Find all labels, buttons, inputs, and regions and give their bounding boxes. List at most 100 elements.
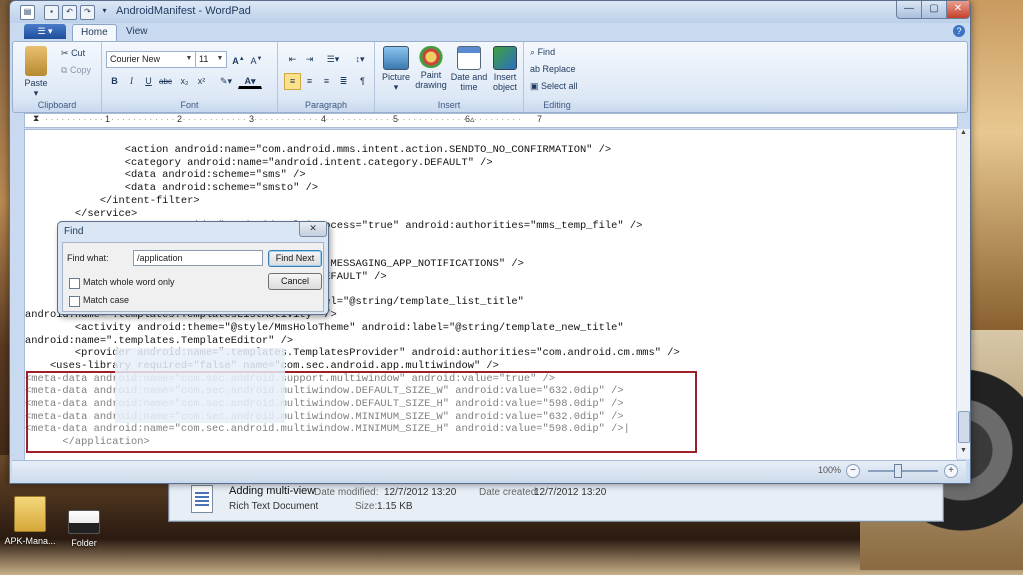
font-family-select[interactable]: Courier New ▼ xyxy=(106,51,196,68)
highlight-color-icon[interactable]: ✎▾ xyxy=(214,73,238,90)
match-case-label: Match case xyxy=(83,295,130,305)
picture-icon xyxy=(383,46,409,70)
decrease-indent-icon[interactable]: ⇤ xyxy=(284,51,301,68)
cut-label: Cut xyxy=(71,48,86,58)
date-label-2: time xyxy=(460,82,478,92)
minimize-button[interactable]: — xyxy=(896,1,922,19)
date-created-value: 12/7/2012 13:20 xyxy=(534,487,607,498)
file-type: Rich Text Document xyxy=(229,501,319,512)
scroll-down-icon[interactable]: ▼ xyxy=(957,447,970,459)
indent-marker-icon[interactable]: ⧗ xyxy=(33,113,39,124)
save-icon[interactable]: ▪ xyxy=(44,5,59,20)
underline-button[interactable]: U xyxy=(140,73,157,90)
zoom-slider-thumb[interactable] xyxy=(894,464,902,478)
zoom-in-button[interactable]: + xyxy=(944,464,958,478)
bullet-list-icon[interactable]: ☰▾ xyxy=(320,51,346,68)
ruler-mark: 5 xyxy=(393,114,399,124)
replace-button[interactable]: ab Replace xyxy=(530,64,576,74)
close-button[interactable]: ✕ xyxy=(946,1,970,19)
scroll-up-icon[interactable]: ▲ xyxy=(957,129,970,141)
date-created-label: Date created: xyxy=(479,487,540,498)
line-spacing-icon[interactable]: ↕▾ xyxy=(348,51,372,68)
insert-object-button[interactable]: Insert object xyxy=(487,46,523,92)
document-line: <action android:name="com.android.mms.in… xyxy=(25,144,612,156)
align-center-icon[interactable]: ≡ xyxy=(301,73,318,90)
help-icon[interactable]: ? xyxy=(953,25,965,37)
paint-icon xyxy=(419,46,443,68)
paragraph-settings-icon[interactable]: ¶ xyxy=(354,73,371,90)
select-all-button[interactable]: ▣ Select all xyxy=(530,81,578,92)
rtf-file-icon xyxy=(191,485,213,513)
app-menu-arrow: ▾ xyxy=(48,26,53,36)
chevron-down-icon: ▼ xyxy=(185,55,193,62)
app-menu-button[interactable]: ☰ ▾ xyxy=(24,24,66,39)
strikethrough-button[interactable]: abc xyxy=(157,73,174,90)
binoculars-icon: ⌕ xyxy=(530,47,536,57)
find-next-button[interactable]: Find Next xyxy=(268,250,322,267)
vertical-scrollbar[interactable]: ▲ ▼ xyxy=(956,129,970,459)
scrollbar-thumb[interactable] xyxy=(958,411,970,443)
match-whole-word-checkbox[interactable] xyxy=(69,278,80,289)
match-whole-word-label: Match whole word only xyxy=(83,277,175,287)
clipboard-group-label: Clipboard xyxy=(37,100,77,110)
font-color-icon[interactable]: A▾ xyxy=(238,73,262,89)
document-line: </service> xyxy=(25,207,138,220)
file-name: Adding multi-view xyxy=(229,485,316,497)
find-dialog-close-button[interactable]: ✕ xyxy=(299,222,327,237)
group-editing: ⌕ Find ab Replace ▣ Select all Editing xyxy=(524,42,590,112)
bold-button[interactable]: B xyxy=(106,73,123,90)
cut-button[interactable]: ✂ Cut xyxy=(61,48,85,59)
paragraph-group-label: Paragraph xyxy=(304,100,348,110)
align-right-icon[interactable]: ≡ xyxy=(318,73,335,90)
copy-button[interactable]: ⧉ Copy xyxy=(61,65,91,76)
redo-icon[interactable]: ↷ xyxy=(80,5,95,20)
cancel-button[interactable]: Cancel xyxy=(268,273,322,290)
customize-icon[interactable]: ▾ xyxy=(98,5,111,18)
find-label: Find xyxy=(537,47,556,57)
paint-label-1: Paint xyxy=(420,70,442,80)
font-family-value: Courier New xyxy=(110,54,161,64)
desktop-icon-apk-manager[interactable]: APK-Mana... xyxy=(0,496,60,546)
ruler-mark: 1 xyxy=(105,114,111,124)
ruler-mark: 4 xyxy=(321,114,327,124)
justify-icon[interactable]: ≣ xyxy=(335,73,352,90)
picture-button[interactable]: Picture ▾ xyxy=(379,46,413,92)
size-label: Size: xyxy=(355,501,378,512)
desktop-icon-folder[interactable]: Folder xyxy=(54,510,114,548)
tab-view[interactable]: View xyxy=(118,24,156,40)
window-title: AndroidManifest - WordPad xyxy=(116,5,251,17)
group-insert: Picture ▾ Paint drawing Date and time Inser… xyxy=(375,42,524,112)
superscript-button[interactable]: x² xyxy=(193,73,210,90)
increase-indent-icon[interactable]: ⇥ xyxy=(301,51,318,68)
group-clipboard: Paste ▾ ✂ Cut ⧉ Copy Clipboard xyxy=(13,42,102,112)
ruler-mark: 7 xyxy=(537,114,543,124)
zoom-slider[interactable] xyxy=(868,470,938,472)
date-time-button[interactable]: Date and time xyxy=(449,46,489,92)
replace-label: Replace xyxy=(542,64,576,74)
find-dialog-title: Find xyxy=(64,226,84,237)
tab-home[interactable]: Home xyxy=(72,24,117,41)
paint-drawing-button[interactable]: Paint drawing xyxy=(413,46,449,90)
grow-font-icon[interactable]: A▲ xyxy=(230,51,247,68)
editing-group-label: Editing xyxy=(543,100,571,110)
ruler-mark: 6▵ xyxy=(465,114,475,125)
font-size-select[interactable]: 11 ▼ xyxy=(195,51,227,68)
paint-label-2: drawing xyxy=(415,80,447,90)
maximize-button[interactable]: ▢ xyxy=(921,1,947,19)
desktop-background-sky xyxy=(965,0,1023,330)
group-font: Courier New ▼ 11 ▼ A▲ A▼ B I U abc x₂ x² ✎… xyxy=(102,42,278,112)
find-what-input[interactable]: /application xyxy=(133,250,263,266)
find-button[interactable]: ⌕ Find xyxy=(530,47,555,58)
paste-button[interactable]: Paste ▾ xyxy=(19,46,53,98)
document-line: </intent-filter> xyxy=(25,194,200,207)
match-case-checkbox[interactable] xyxy=(69,296,80,307)
subscript-button[interactable]: x₂ xyxy=(176,73,193,90)
shrink-font-icon[interactable]: A▼ xyxy=(248,51,265,68)
ruler[interactable]: ⧗ · · · · · · · · · · · · · · · · · · · … xyxy=(24,113,958,128)
align-left-icon[interactable]: ≡ xyxy=(284,73,301,90)
title-bar[interactable]: ▤ ▪ ↶ ↷ ▾ AndroidManifest - WordPad — ▢ … xyxy=(10,1,970,23)
zoom-out-button[interactable]: − xyxy=(846,464,860,478)
undo-icon[interactable]: ↶ xyxy=(62,5,77,20)
wordpad-app-icon[interactable]: ▤ xyxy=(20,5,35,20)
italic-button[interactable]: I xyxy=(123,73,140,90)
